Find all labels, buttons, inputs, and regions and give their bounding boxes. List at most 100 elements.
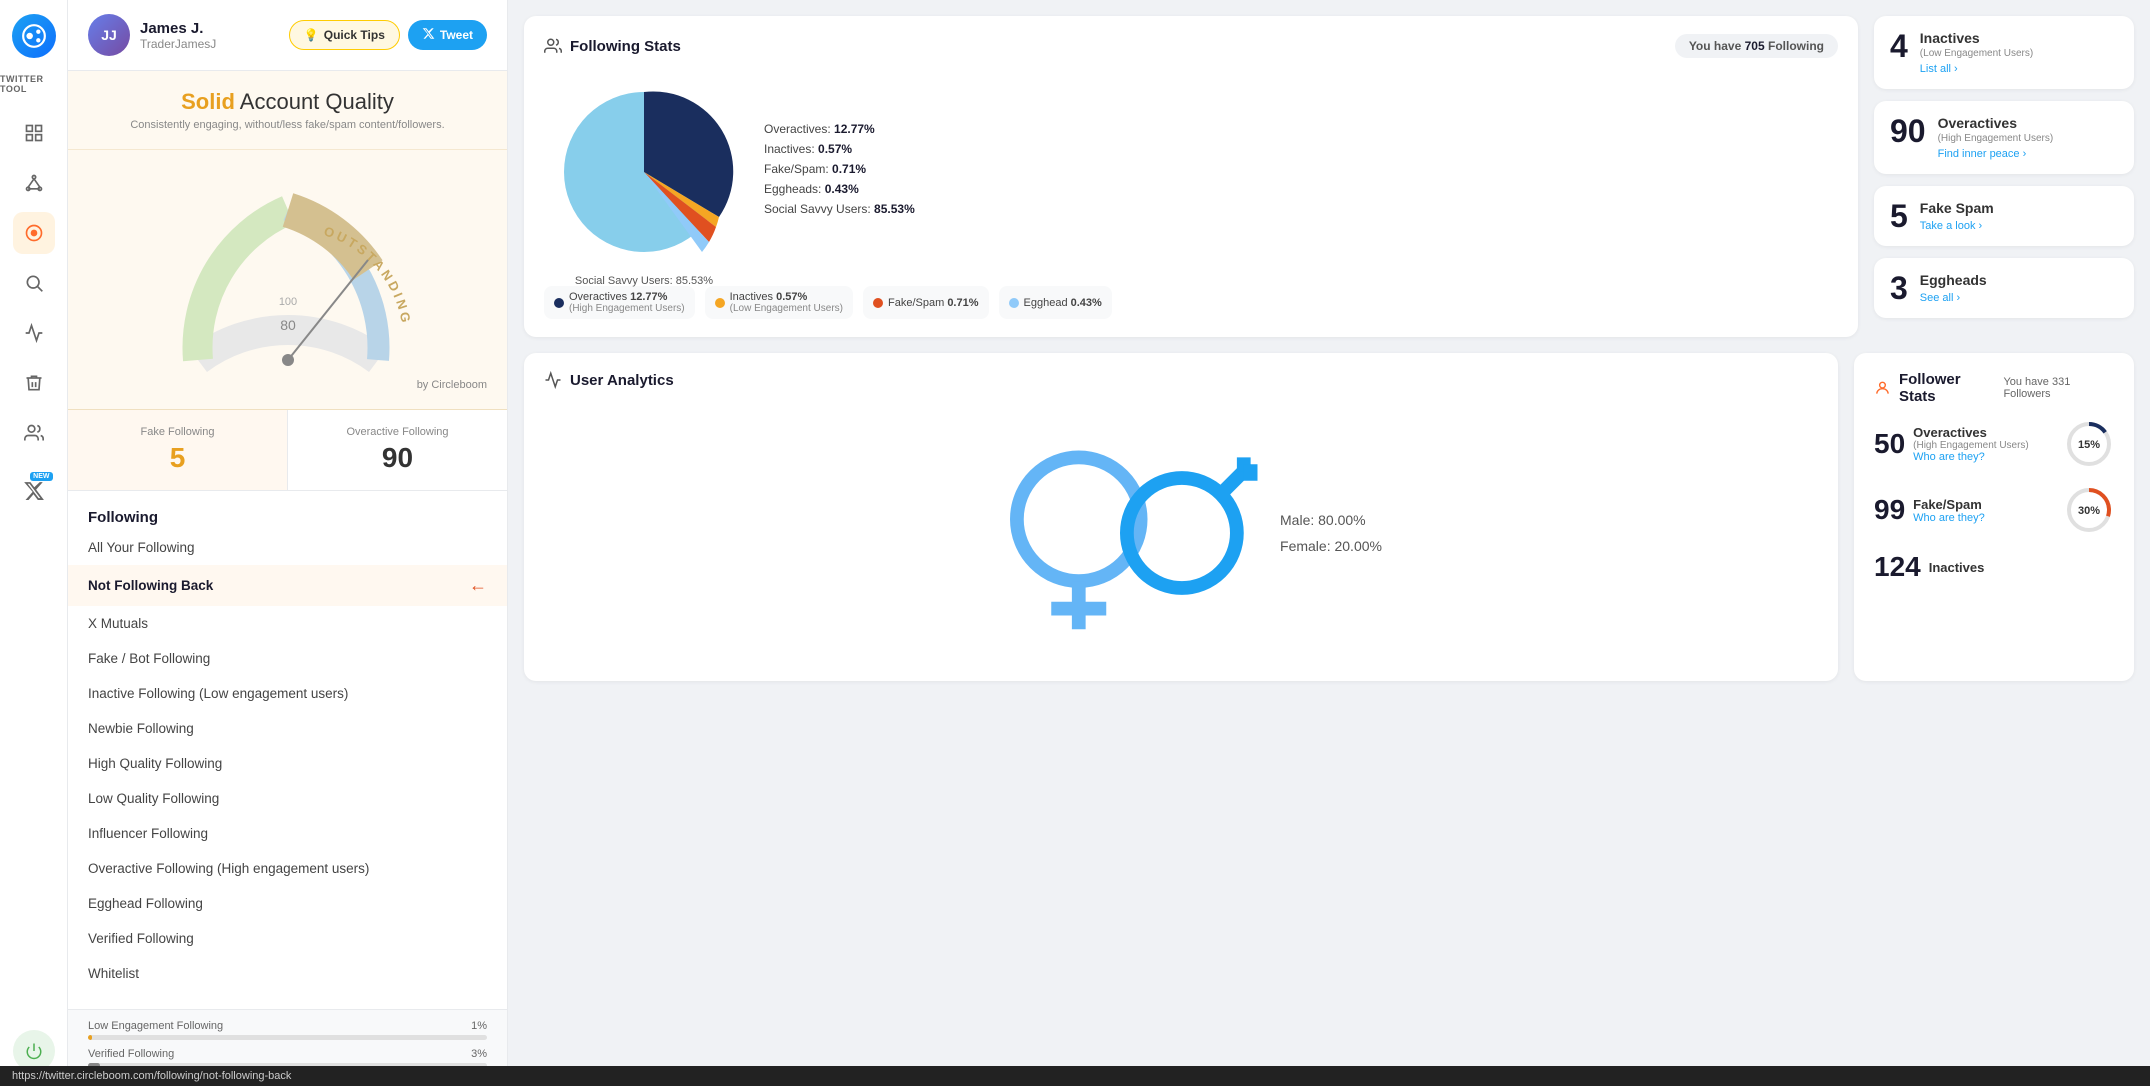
overactive-following-stat: Overactive Following 90	[288, 410, 507, 490]
overactives-sub: (High Engagement Users)	[1938, 133, 2118, 144]
fake-following-stat: Fake Following 5	[68, 410, 288, 490]
nav-item[interactable]: Newbie Following	[68, 711, 507, 746]
follower-fakespam-link[interactable]: Who are they?	[1913, 512, 1985, 524]
nav-item[interactable]: High Quality Following	[68, 746, 507, 781]
right-panel: Following Stats You have 705 Following	[508, 0, 2150, 1086]
overactives-label: Overactives	[1938, 115, 2118, 131]
follower-fakespam-num: 99	[1874, 494, 1905, 526]
sidebar-item-delete[interactable]	[13, 362, 55, 404]
pie-legend: Overactives: 12.77% Inactives: 0.57% Fak…	[764, 122, 1838, 222]
legend-eggheads: Eggheads: 0.43%	[764, 182, 1838, 196]
gauge-area: 80 100 OUTSTANDING by Circleboom	[68, 150, 507, 410]
user-details: James J. TraderJamesJ	[140, 20, 216, 51]
follower-overactives: 50 Overactives (High Engagement Users) W…	[1874, 419, 2114, 469]
circleboom-label: by Circleboom	[417, 379, 487, 391]
stats-row: Fake Following 5 Overactive Following 90	[68, 410, 507, 491]
following-stats-card: Following Stats You have 705 Following	[524, 16, 1858, 337]
low-engagement-progress: Low Engagement Following 1%	[88, 1020, 487, 1040]
sidebar-item-analytics[interactable]	[13, 312, 55, 354]
tweet-button[interactable]: Tweet	[408, 20, 487, 50]
fakespam-stat-card: 5 Fake Spam Take a look ›	[1874, 186, 2134, 246]
url-bar: https://twitter.circleboom.com/following…	[0, 1066, 2150, 1086]
low-engagement-label: Low Engagement Following	[88, 1020, 223, 1032]
male-stat: Male: 80.00%	[1280, 512, 1382, 528]
follower-inactives: 124 Inactives	[1874, 551, 2114, 583]
avatar: JJ	[88, 14, 130, 56]
sidebar-item-following[interactable]	[13, 212, 55, 254]
inactives-label: Inactives	[1920, 30, 2118, 46]
gender-visual: Male: 80.00% Female: 20.00%	[544, 403, 1818, 663]
nav-item[interactable]: Low Quality Following	[68, 781, 507, 816]
left-panel: JJ James J. TraderJamesJ 💡 Quick Tips Tw…	[68, 0, 508, 1086]
fakespam-dot	[873, 298, 883, 308]
app-logo[interactable]	[12, 14, 56, 58]
nav-item[interactable]: X Mutuals	[68, 606, 507, 641]
follower-overactives-link[interactable]: Who are they?	[1913, 451, 2029, 463]
social-savvy-label: Social Savvy Users: 85.53%	[544, 275, 744, 287]
overactives-dot	[554, 298, 564, 308]
quality-title: Solid Account Quality	[88, 89, 487, 115]
nav-item[interactable]: Fake / Bot Following	[68, 641, 507, 676]
main-content: JJ James J. TraderJamesJ 💡 Quick Tips Tw…	[68, 0, 2150, 1086]
pill-fakespam: Fake/Spam 0.71%	[863, 286, 989, 319]
sidebar-item-users[interactable]	[13, 412, 55, 454]
nav-item[interactable]: Inactive Following (Low engagement users…	[68, 676, 507, 711]
pill-inactives: Inactives 0.57% (Low Engagement Users)	[705, 286, 853, 319]
overactives-link[interactable]: Find inner peace ›	[1938, 148, 2118, 160]
quick-tips-button[interactable]: 💡 Quick Tips	[289, 20, 400, 50]
fakespam-link[interactable]: Take a look ›	[1920, 220, 2118, 232]
app-name: TWITTER TOOL	[0, 74, 67, 94]
gender-stats: Male: 80.00% Female: 20.00%	[1280, 512, 1382, 554]
legend-fakespam: Fake/Spam: 0.71%	[764, 162, 1838, 176]
svg-text:15%: 15%	[2078, 439, 2100, 451]
overactives-mini-chart: 15%	[2064, 419, 2114, 469]
sidebar-item-dashboard[interactable]	[13, 112, 55, 154]
sidebar-item-x[interactable]: NEW	[13, 470, 55, 512]
pill-overactives: Overactives 12.77% (High Engagement User…	[544, 286, 695, 319]
nav-item[interactable]: All Your Following	[68, 530, 507, 565]
inactives-stat-card: 4 Inactives (Low Engagement Users) List …	[1874, 16, 2134, 89]
user-info: JJ James J. TraderJamesJ	[88, 14, 216, 56]
verified-label: Verified Following	[88, 1048, 174, 1060]
female-stat: Female: 20.00%	[1280, 538, 1382, 554]
sidebar-item-network[interactable]	[13, 162, 55, 204]
follower-stats-title: Follower Stats	[1874, 371, 1995, 405]
inactives-num: 4	[1890, 30, 1908, 62]
follower-inactives-label: Inactives	[1929, 560, 1985, 575]
follower-overactives-label: Overactives	[1913, 425, 2029, 440]
low-engagement-fill	[88, 1035, 92, 1040]
eggheads-link[interactable]: See all ›	[1920, 292, 2118, 304]
pills-row: Overactives 12.77% (High Engagement User…	[544, 286, 1838, 319]
pill-inactives-sub: (Low Engagement Users)	[730, 303, 843, 314]
overactives-num: 90	[1890, 115, 1926, 147]
sidebar: TWITTER TOOL NEW	[0, 0, 68, 1086]
user-analytics-header: User Analytics	[544, 371, 1818, 389]
nav-item[interactable]: Not Following Back←	[68, 565, 507, 606]
follower-overactives-sub: (High Engagement Users)	[1913, 440, 2029, 451]
right-stats-panel: 4 Inactives (Low Engagement Users) List …	[1874, 16, 2134, 330]
user-name: James J.	[140, 20, 216, 37]
following-stats-title: Following Stats	[544, 37, 681, 55]
eggheads-stat-card: 3 Eggheads See all ›	[1874, 258, 2134, 318]
nav-item[interactable]: Overactive Following (High engagement us…	[68, 851, 507, 886]
follower-fakespam: 99 Fake/Spam Who are they? 30%	[1874, 485, 2114, 535]
pie-section: Social Savvy Users: 85.53% Overactives: …	[544, 72, 1838, 272]
quality-subtitle: Consistently engaging, without/less fake…	[88, 119, 487, 131]
nav-item[interactable]: Influencer Following	[68, 816, 507, 851]
new-badge: NEW	[30, 472, 52, 481]
pill-egghead: Egghead 0.43%	[999, 286, 1112, 319]
nav-menu: Following All Your FollowingNot Followin…	[68, 491, 507, 1009]
overactive-following-label: Overactive Following	[308, 426, 487, 438]
fakespam-num: 5	[1890, 200, 1908, 232]
nav-item[interactable]: Verified Following	[68, 921, 507, 956]
sidebar-item-search[interactable]	[13, 262, 55, 304]
nav-item[interactable]: Whitelist	[68, 956, 507, 991]
pill-inactives-label: Inactives 0.57%	[730, 291, 843, 303]
nav-item[interactable]: Egghead Following	[68, 886, 507, 921]
eggheads-num: 3	[1890, 272, 1908, 304]
fake-following-label: Fake Following	[88, 426, 267, 438]
nav-items: All Your FollowingNot Following Back←X M…	[68, 530, 507, 991]
inactives-link[interactable]: List all ›	[1920, 63, 2118, 75]
header-actions: 💡 Quick Tips Tweet	[289, 20, 487, 50]
user-analytics-card: User Analytics	[524, 353, 1838, 681]
